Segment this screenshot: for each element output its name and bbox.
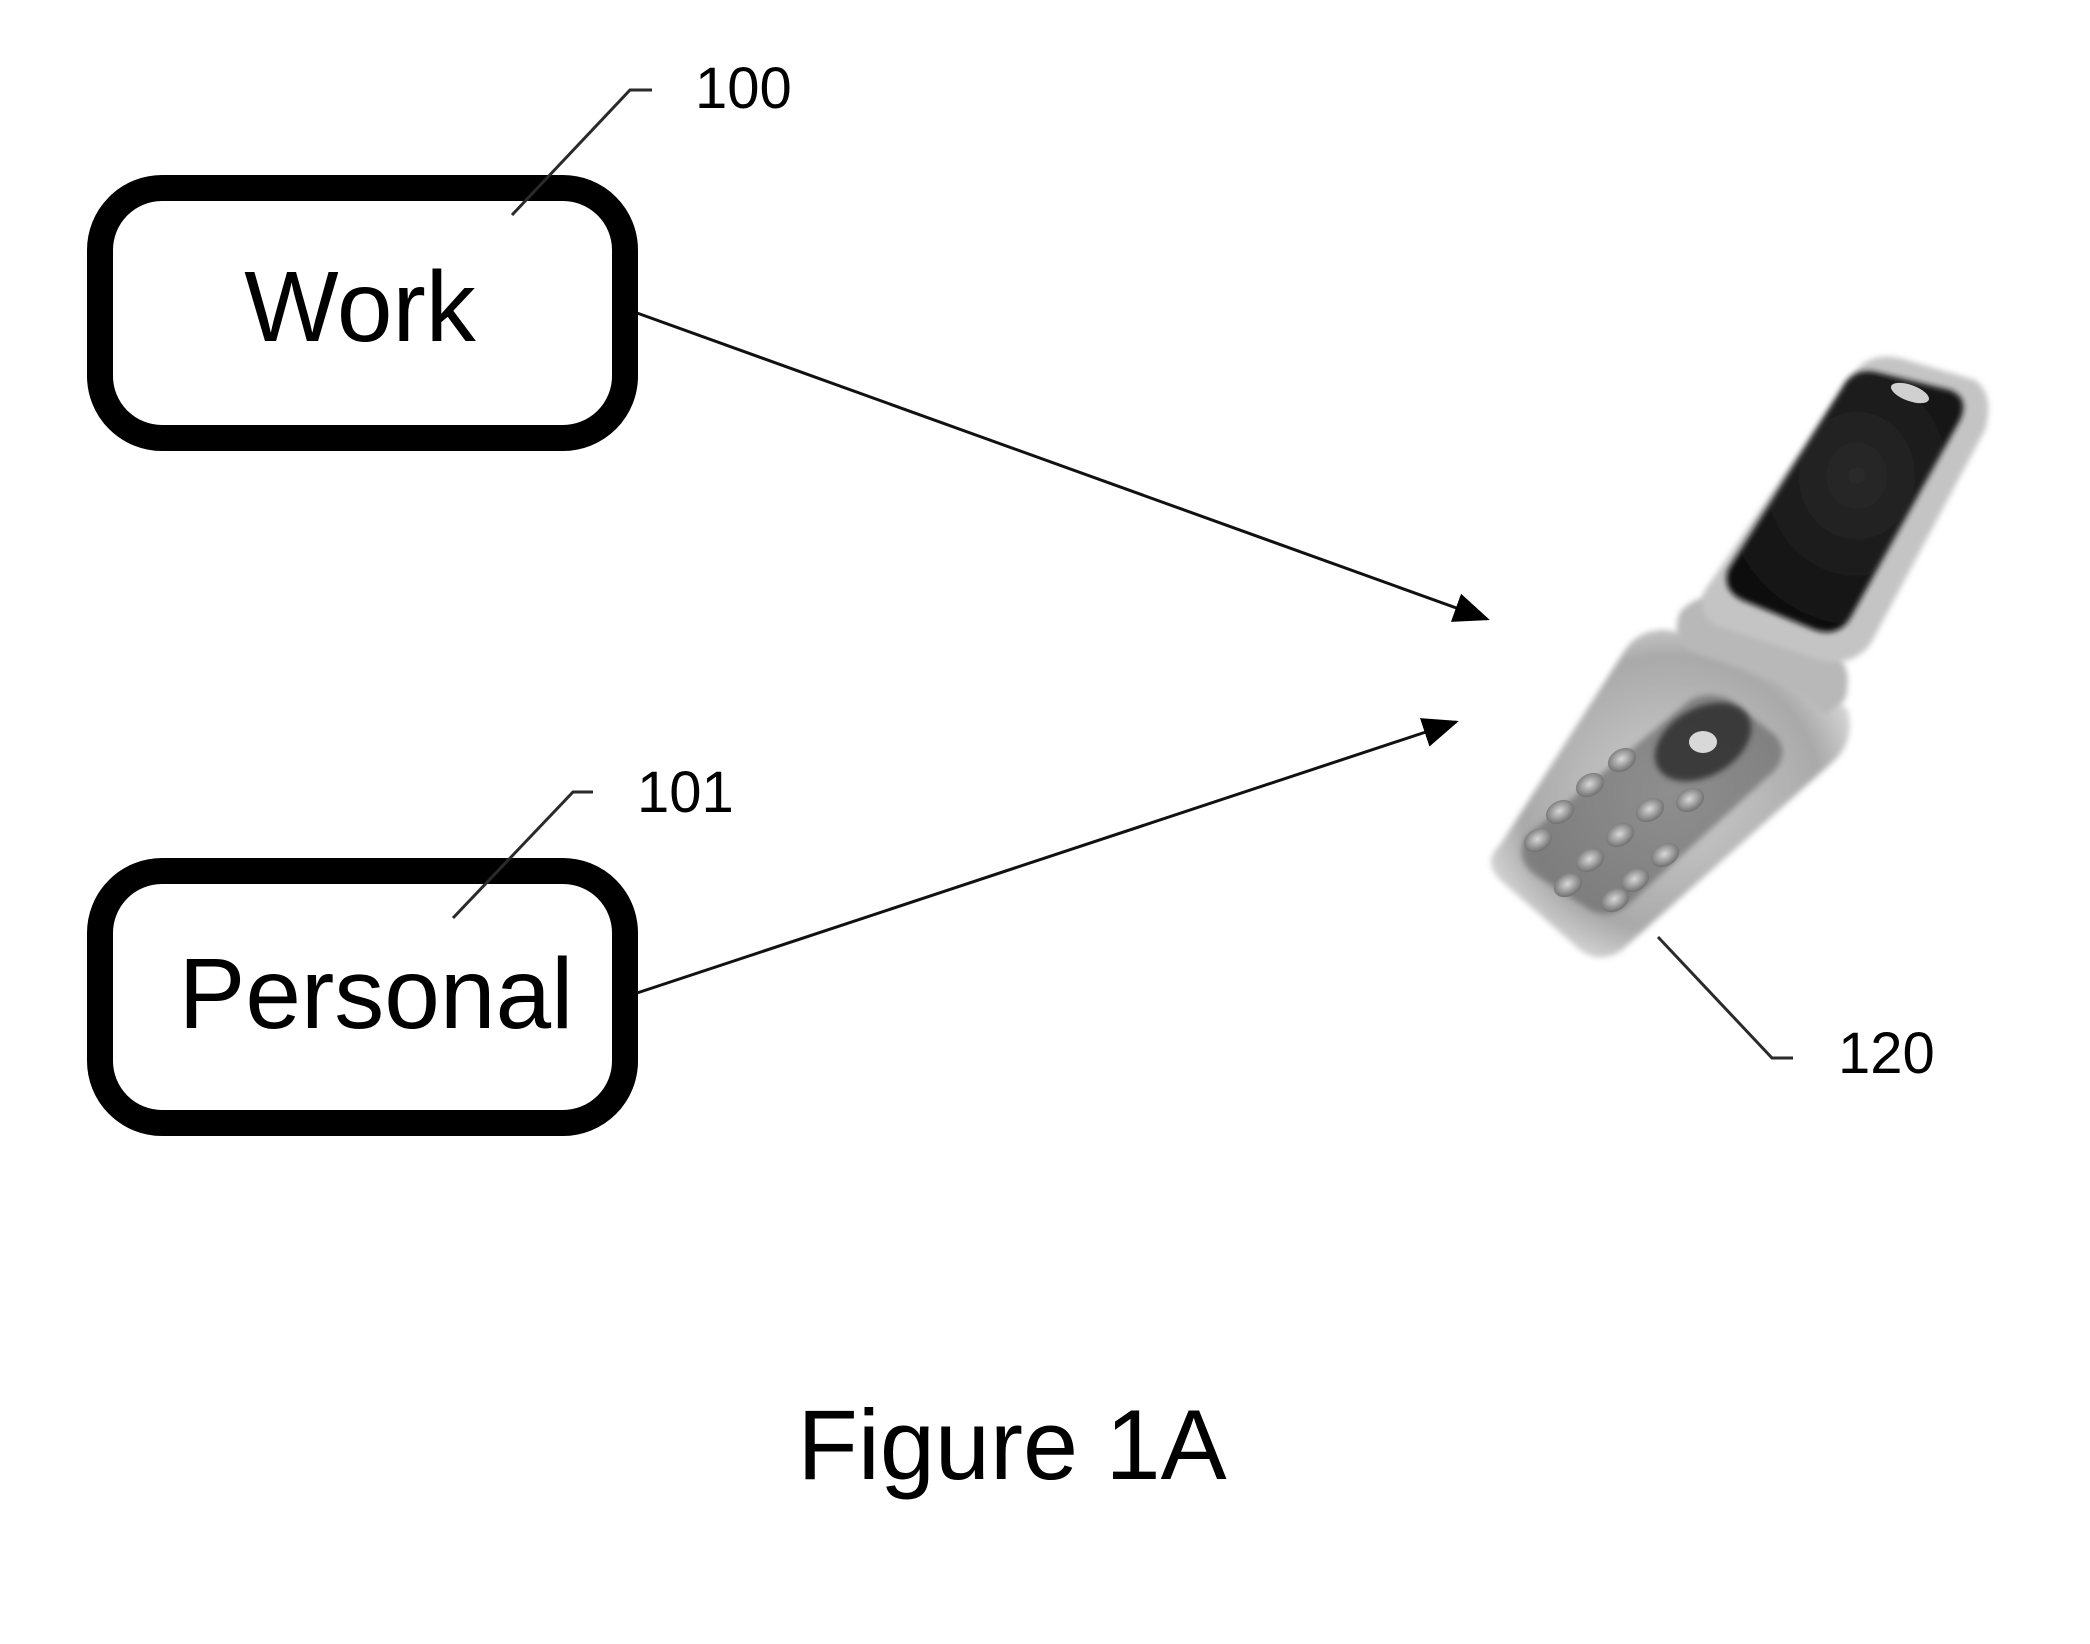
personal-node: Personal [87, 858, 638, 1136]
ref-label-100: 100 [695, 56, 792, 121]
patent-figure: Work 100 Personal 101 120 Figure 1A [87, 56, 1989, 1500]
leader-line-120 [1656, 935, 1793, 1060]
ref-label-120: 120 [1838, 1021, 1935, 1086]
arrow-personal-to-phone [636, 718, 1459, 995]
phone-nav-center [1689, 731, 1717, 753]
ref-label-101: 101 [637, 760, 734, 825]
work-node: Work [87, 175, 638, 451]
figure-caption: Figure 1A [797, 1389, 1226, 1500]
work-label: Work [244, 251, 476, 363]
flip-phone-icon [1491, 356, 1989, 958]
personal-label: Personal [179, 938, 574, 1050]
arrow-work-to-phone [636, 311, 1490, 622]
